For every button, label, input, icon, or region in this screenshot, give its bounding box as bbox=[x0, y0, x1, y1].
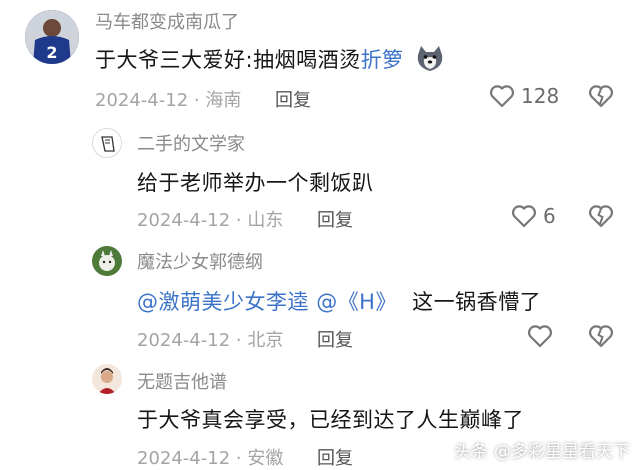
heart-outline-icon bbox=[489, 85, 515, 108]
date-location: 2024-4-12 · 山东 bbox=[137, 210, 284, 231]
like-button[interactable] bbox=[527, 324, 553, 348]
comment-text: 于大爷三大爱好:抽烟喝酒烫折箩 bbox=[95, 44, 445, 78]
like-count: 128 bbox=[521, 84, 560, 108]
avatar[interactable] bbox=[92, 246, 122, 276]
avatar-image bbox=[92, 364, 122, 394]
username[interactable]: 二手的文学家 bbox=[137, 130, 245, 156]
avatar-image: 2 bbox=[25, 10, 79, 64]
mention-link[interactable]: @激萌美少女李逵 bbox=[137, 290, 309, 314]
username[interactable]: 马车都变成南瓜了 bbox=[95, 8, 239, 34]
avatar[interactable] bbox=[92, 128, 122, 158]
broken-heart-icon bbox=[588, 205, 614, 228]
dislike-button[interactable] bbox=[588, 204, 614, 232]
broken-heart-icon bbox=[588, 85, 614, 108]
avatar-image bbox=[92, 246, 122, 276]
svg-text:2: 2 bbox=[46, 43, 57, 62]
comment-2: 二手的文学家 给于老师举办一个剩饭趴 2024-4-12 · 山东 回复 6 bbox=[0, 120, 640, 240]
reply-button[interactable]: 回复 bbox=[317, 444, 353, 470]
like-button[interactable]: 6 bbox=[511, 204, 556, 228]
avatar-image bbox=[93, 129, 121, 157]
husky-emoji-icon bbox=[415, 45, 445, 78]
like-count: 6 bbox=[543, 204, 556, 228]
mention-link[interactable]: @《H》 bbox=[316, 290, 397, 314]
dislike-button[interactable] bbox=[588, 84, 614, 112]
dislike-button[interactable] bbox=[588, 324, 614, 352]
reply-button[interactable]: 回复 bbox=[275, 86, 311, 112]
avatar[interactable] bbox=[92, 364, 122, 394]
watermark-brand: 头条 bbox=[454, 442, 488, 462]
comment-text-main: 这一锅香懵了 bbox=[412, 290, 542, 314]
watermark: 头条 @多彩星星看天下 bbox=[454, 437, 630, 462]
like-button[interactable]: 128 bbox=[489, 84, 559, 108]
date-location: 2024-4-12 · 安徽 bbox=[137, 448, 284, 469]
comment-3: 魔法少女郭德纲 @激萌美少女李逵 @《H》 这一锅香懵了 2024-4-12 ·… bbox=[0, 240, 640, 360]
comment-1: 2 马车都变成南瓜了 于大爷三大爱好:抽烟喝酒烫折箩 2024-4-12 · 海… bbox=[0, 0, 640, 120]
comment-text: 给于老师举办一个剩饭趴 bbox=[137, 171, 374, 195]
watermark-account: @多彩星星看天下 bbox=[494, 442, 630, 462]
date-location: 2024-4-12 · 北京 bbox=[137, 330, 284, 351]
comment-text: @激萌美少女李逵 @《H》 这一锅香懵了 bbox=[137, 286, 541, 316]
reply-button[interactable]: 回复 bbox=[317, 206, 353, 232]
reply-button[interactable]: 回复 bbox=[317, 326, 353, 352]
heart-outline-icon bbox=[527, 325, 553, 348]
comment-text-main: 于大爷三大爱好:抽烟喝酒烫 bbox=[95, 48, 361, 72]
topic-link[interactable]: 折箩 bbox=[361, 48, 404, 72]
username[interactable]: 无题吉他谱 bbox=[137, 368, 227, 394]
heart-outline-icon bbox=[511, 205, 537, 228]
comment-text: 于大爷真会享受，已经到达了人生巅峰了 bbox=[137, 408, 524, 432]
broken-heart-icon bbox=[588, 325, 614, 348]
username[interactable]: 魔法少女郭德纲 bbox=[137, 248, 263, 274]
avatar[interactable]: 2 bbox=[25, 10, 79, 64]
date-location: 2024-4-12 · 海南 bbox=[95, 90, 242, 111]
